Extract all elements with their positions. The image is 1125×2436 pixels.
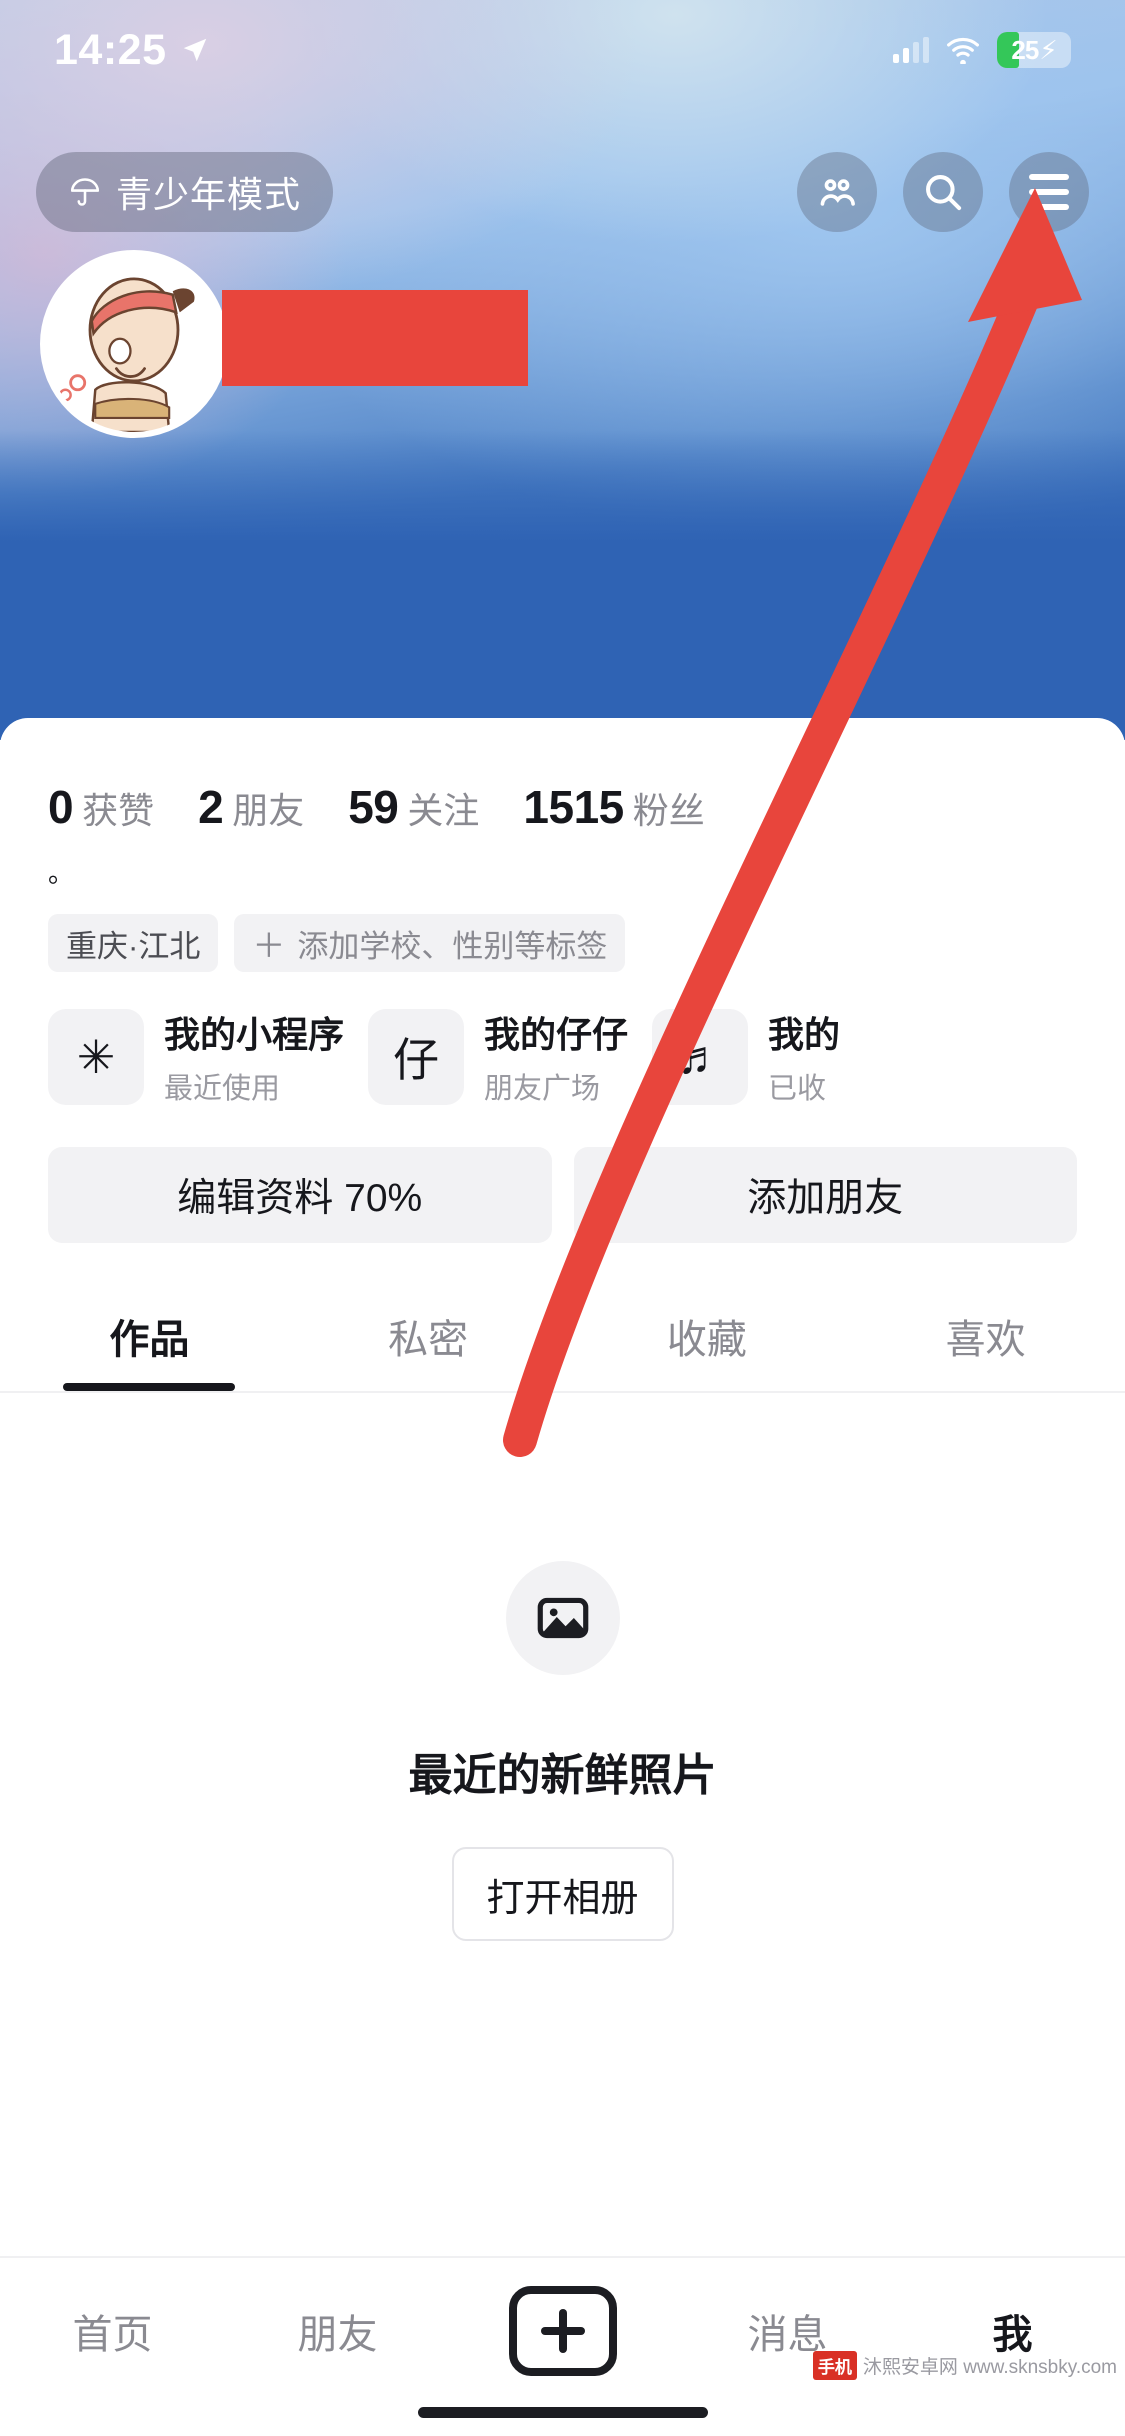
content-tabs: 作品 私密 收藏 喜欢 — [0, 1289, 1125, 1393]
tag-add-tags[interactable]: ＋ 添加学校、性别等标签 — [234, 914, 626, 972]
menu-button[interactable] — [1009, 152, 1089, 232]
stat-followers[interactable]: 1515 粉丝 — [523, 780, 704, 834]
open-album-button[interactable]: 打开相册 — [451, 1847, 674, 1941]
tag-label: 添加学校、性别等标签 — [297, 928, 608, 964]
stat-value: 59 — [348, 781, 399, 833]
nav-home[interactable]: 首页 — [0, 2286, 225, 2376]
card-text: 我的小程序 最近使用 — [164, 1006, 344, 1107]
people-icon — [820, 179, 855, 206]
tab-private[interactable]: 私密 — [289, 1289, 568, 1391]
tag-location[interactable]: 重庆·江北 — [48, 914, 219, 972]
plus-button-icon[interactable] — [508, 2286, 617, 2376]
nav-create-wrap — [450, 2286, 675, 2376]
umbrella-icon — [70, 178, 100, 206]
add-friend-button[interactable]: 添加朋友 — [573, 1147, 1077, 1243]
card-zaizai[interactable]: 仔 我的仔仔 朋友广场 — [368, 1006, 628, 1107]
stat-likes[interactable]: 0 获赞 — [48, 780, 154, 834]
watermark: 手机 沐熙安卓网 www.sknsbky.com — [812, 2351, 1117, 2380]
profile-bio[interactable]: 。 — [0, 834, 1125, 886]
photo-placeholder-icon — [505, 1561, 620, 1675]
username-redaction — [222, 290, 528, 386]
cover-icon-buttons — [797, 152, 1089, 232]
card-text: 我的仔仔 朋友广场 — [484, 1006, 628, 1107]
card-music[interactable]: ♬ 我的 已收 — [652, 1006, 840, 1107]
avatar[interactable] — [40, 250, 228, 438]
profile-actions: 编辑资料 70% 添加朋友 — [0, 1107, 1125, 1243]
watermark-badge: 手机 — [812, 2351, 857, 2380]
card-subtitle: 朋友广场 — [484, 1073, 601, 1105]
stat-label: 朋友 — [232, 790, 305, 831]
zaizai-icon: 仔 — [368, 1008, 465, 1105]
profile-sheet: 0 获赞 2 朋友 59 关注 1515 粉丝 。 重庆·江北 ＋ 添加学校、性… — [0, 718, 1125, 2436]
plus-vertical-bar — [558, 2309, 567, 2353]
nav-friends[interactable]: 朋友 — [225, 2286, 450, 2376]
card-subtitle: 最近使用 — [164, 1073, 281, 1105]
search-icon — [926, 175, 962, 211]
empty-state-title: 最近的新鲜照片 — [408, 1751, 717, 1800]
card-title: 我的 — [768, 1014, 841, 1055]
empty-state: 最近的新鲜照片 打开相册 — [0, 1393, 1125, 1941]
avatar-image — [46, 256, 222, 432]
mini-program-icon: ✳ — [48, 1008, 144, 1105]
cellular-signal-icon — [893, 37, 929, 63]
tag-label: 重庆·江北 — [66, 928, 201, 964]
card-subtitle: 已收 — [768, 1073, 827, 1105]
card-title: 我的小程序 — [164, 1014, 345, 1055]
stat-value: 2 — [198, 781, 224, 833]
friends-button[interactable] — [797, 152, 877, 232]
image-glyph-icon — [537, 1597, 588, 1639]
profile-stats: 0 获赞 2 朋友 59 关注 1515 粉丝 — [0, 718, 1125, 834]
location-arrow-icon — [184, 38, 207, 62]
home-indicator — [417, 2407, 708, 2418]
tab-favorites[interactable]: 收藏 — [568, 1289, 847, 1391]
status-bar-left: 14:25 — [54, 26, 210, 75]
stat-label: 获赞 — [82, 790, 155, 831]
hamburger-menu-icon — [1029, 174, 1069, 210]
cover-gradient-overlay — [0, 430, 1125, 740]
wifi-icon — [947, 37, 979, 64]
stat-value: 1515 — [523, 781, 624, 833]
charging-bolt-icon: ⚡ — [1039, 34, 1057, 65]
battery-percent: 25 — [1011, 34, 1039, 65]
card-title: 我的仔仔 — [484, 1014, 629, 1055]
stat-label: 粉丝 — [632, 790, 705, 831]
profile-tags: 重庆·江北 ＋ 添加学校、性别等标签 — [0, 886, 1125, 972]
teen-mode-label: 青少年模式 — [116, 174, 302, 215]
stat-following[interactable]: 59 关注 — [348, 780, 479, 834]
stat-value: 0 — [48, 781, 74, 833]
stat-friends[interactable]: 2 朋友 — [198, 780, 304, 834]
status-bar-right: 25 ⚡ — [893, 32, 1071, 68]
watermark-text: 沐熙安卓网 www.sknsbky.com — [862, 2357, 1117, 2378]
phone-screen: 14:25 25 ⚡ 青少年模式 0 获赞 2 朋友 59 关注 1515 粉丝… — [0, 0, 1125, 2436]
plus-icon: ＋ — [252, 927, 286, 964]
tab-works[interactable]: 作品 — [10, 1289, 289, 1391]
mini-app-cards: ✳ 我的小程序 最近使用 仔 我的仔仔 朋友广场 ♬ 我的 已收 — [0, 972, 1125, 1107]
tab-likes[interactable]: 喜欢 — [846, 1289, 1125, 1391]
search-button[interactable] — [903, 152, 983, 232]
card-text: 我的 已收 — [768, 1006, 840, 1107]
music-note-icon: ♬ — [652, 1008, 749, 1105]
card-mini-programs[interactable]: ✳ 我的小程序 最近使用 — [48, 1006, 344, 1107]
battery-label: 25 ⚡ — [997, 35, 1071, 66]
status-bar: 14:25 25 ⚡ — [0, 0, 1125, 100]
status-time: 14:25 — [54, 25, 167, 74]
stat-label: 关注 — [407, 790, 480, 831]
battery-indicator: 25 ⚡ — [997, 32, 1071, 68]
edit-profile-button[interactable]: 编辑资料 70% — [48, 1147, 552, 1243]
teen-mode-button[interactable]: 青少年模式 — [36, 152, 334, 232]
cover-action-bar: 青少年模式 — [0, 148, 1125, 236]
